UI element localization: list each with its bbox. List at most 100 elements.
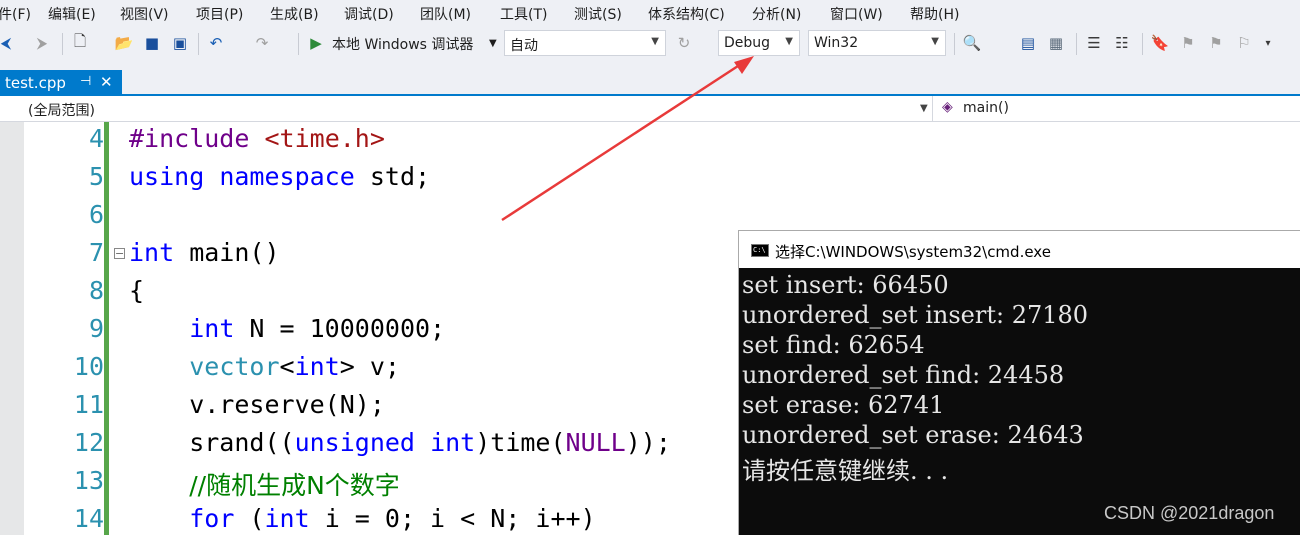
change-marker [104, 198, 109, 236]
code-text: int N = 10000000; [189, 314, 446, 343]
comment-icon[interactable]: ☰ [1084, 33, 1104, 53]
open-folder-icon[interactable]: 📂 [114, 33, 134, 53]
code-text: srand((unsigned int)time(NULL)); [129, 428, 671, 457]
chevron-down-icon[interactable]: ▼ [920, 103, 928, 114]
function-dropdown[interactable]: main() [963, 100, 1009, 116]
change-marker [104, 426, 109, 464]
change-marker [104, 312, 109, 350]
line-number: 14 [73, 504, 104, 533]
menu-analyze[interactable]: 分析(N) [752, 4, 801, 24]
toolbar-separator [1142, 33, 1143, 55]
build-config-value: Debug [724, 35, 771, 51]
line-number: 4 [88, 124, 104, 153]
code-text: #include <time.h> [129, 124, 385, 153]
close-icon[interactable]: ✕ [100, 73, 113, 91]
toolbar-separator [1076, 33, 1077, 55]
line-number: 9 [88, 314, 104, 343]
cmd-icon: C:\ [751, 244, 769, 257]
solution-explorer-icon[interactable]: ▤ [1018, 33, 1038, 53]
line-number: 13 [73, 466, 104, 495]
console-output-line: set find: 62654 [742, 331, 925, 359]
menu-debug[interactable]: 调试(D) [344, 4, 394, 24]
undo-icon[interactable]: ↶ [206, 33, 226, 53]
toolbar-separator [198, 33, 199, 55]
start-debug-icon[interactable]: ▶ [306, 33, 326, 53]
watermark: CSDN @2021dragon [1104, 503, 1275, 523]
forward-icon[interactable]: ⮞ [32, 33, 52, 53]
menu-view[interactable]: 视图(V) [120, 4, 169, 24]
redo-icon[interactable]: ↷ [252, 33, 272, 53]
console-title-bar[interactable]: C:\ 选择C:\WINDOWS\system32\cmd.exe [739, 231, 1300, 268]
solution-config-combo[interactable]: 自动 ▼ [504, 30, 666, 56]
change-marker [104, 388, 109, 426]
next-bookmark-icon[interactable]: ⚑ [1206, 33, 1226, 53]
line-number: 12 [73, 428, 104, 457]
code-text: for (int i = 0; i < N; i++) [189, 504, 596, 533]
chevron-down-icon: ▼ [785, 36, 793, 47]
menu-project[interactable]: 项目(P) [196, 4, 243, 24]
build-config-combo[interactable]: Debug ▼ [718, 30, 800, 56]
menu-team[interactable]: 团队(M) [420, 4, 471, 24]
change-marker [104, 122, 109, 160]
code-text: int main() [129, 238, 280, 267]
menu-edit[interactable]: 编辑(E) [48, 4, 96, 24]
console-output-line: 请按任意键继续. . . [742, 457, 949, 485]
start-debug-label[interactable]: 本地 Windows 调试器 [332, 34, 473, 54]
collapse-icon[interactable]: − [114, 248, 125, 259]
menu-build[interactable]: 生成(B) [270, 4, 319, 24]
console-output-line: unordered_set erase: 24643 [742, 421, 1084, 449]
menu-tools[interactable]: 工具(T) [500, 4, 547, 24]
menu-file[interactable]: 件(F) [0, 4, 31, 24]
back-icon[interactable]: ⮜ [0, 33, 16, 53]
navigation-bar: (全局范围) ▼ ◈ main() [0, 96, 1300, 122]
line-number: 7 [88, 238, 104, 267]
console-title: 选择C:\WINDOWS\system32\cmd.exe [775, 243, 1051, 261]
bookmark-icon[interactable]: 🔖 [1150, 33, 1170, 53]
new-item-icon[interactable]: 🗋 [70, 32, 90, 53]
code-text: //随机生成N个数字 [189, 471, 400, 500]
platform-combo[interactable]: Win32 ▼ [808, 30, 946, 56]
line-number: 10 [73, 352, 104, 381]
menu-help[interactable]: 帮助(H) [910, 4, 959, 24]
menu-test[interactable]: 测试(S) [574, 4, 622, 24]
class-view-icon[interactable]: ▦ [1046, 33, 1066, 53]
find-in-files-icon[interactable]: 🔍 [962, 33, 982, 53]
line-number: 5 [88, 162, 104, 191]
console-output-line: set insert: 66450 [742, 271, 949, 299]
menu-architecture[interactable]: 体系结构(C) [648, 4, 725, 24]
change-marker [104, 350, 109, 388]
menu-window[interactable]: 窗口(W) [830, 4, 883, 24]
toolbar-overflow-icon[interactable]: ▾ [1258, 33, 1278, 53]
line-number: 6 [88, 200, 104, 229]
document-tab-strip: test.cpp ⊣ ✕ [0, 62, 1300, 96]
navbar-divider [932, 96, 933, 122]
code-line: 5 using namespace std; [0, 160, 1300, 198]
toolbar-separator [298, 33, 299, 55]
chevron-down-icon[interactable]: ▼ [489, 38, 497, 49]
line-number: 8 [88, 276, 104, 305]
console-window[interactable]: C:\ 选择C:\WINDOWS\system32\cmd.exe set in… [738, 230, 1300, 535]
save-icon[interactable]: ■ [142, 33, 162, 53]
solution-config-value: 自动 [510, 38, 538, 54]
platform-value: Win32 [814, 35, 859, 51]
toolbar-separator [954, 33, 955, 55]
change-marker [104, 274, 109, 312]
console-output-line: unordered_set insert: 27180 [742, 301, 1089, 329]
pin-icon[interactable]: ⊣ [80, 74, 91, 89]
uncomment-icon[interactable]: ☷ [1112, 33, 1132, 53]
code-line: 4 #include <time.h> [0, 122, 1300, 160]
tab-test-cpp[interactable]: test.cpp ⊣ ✕ [0, 70, 122, 96]
prev-bookmark-icon[interactable]: ⚑ [1178, 33, 1198, 53]
scope-dropdown[interactable]: (全局范围) [28, 100, 95, 120]
clear-bookmarks-icon[interactable]: ⚐ [1234, 33, 1254, 53]
tab-filename: test.cpp [5, 74, 66, 92]
toolbar-separator [62, 33, 63, 55]
change-marker [104, 160, 109, 198]
chevron-down-icon: ▼ [931, 36, 939, 47]
refresh-icon[interactable]: ↻ [674, 33, 694, 53]
change-marker [104, 502, 109, 535]
toolbar: ⮜ ⮞ 🗋 📂 ■ ▣ ↶ ↷ ▶ 本地 Windows 调试器 ▼ 自动 ▼ … [0, 26, 1300, 62]
line-number: 11 [73, 390, 104, 419]
change-marker [104, 464, 109, 502]
save-all-icon[interactable]: ▣ [170, 33, 190, 53]
